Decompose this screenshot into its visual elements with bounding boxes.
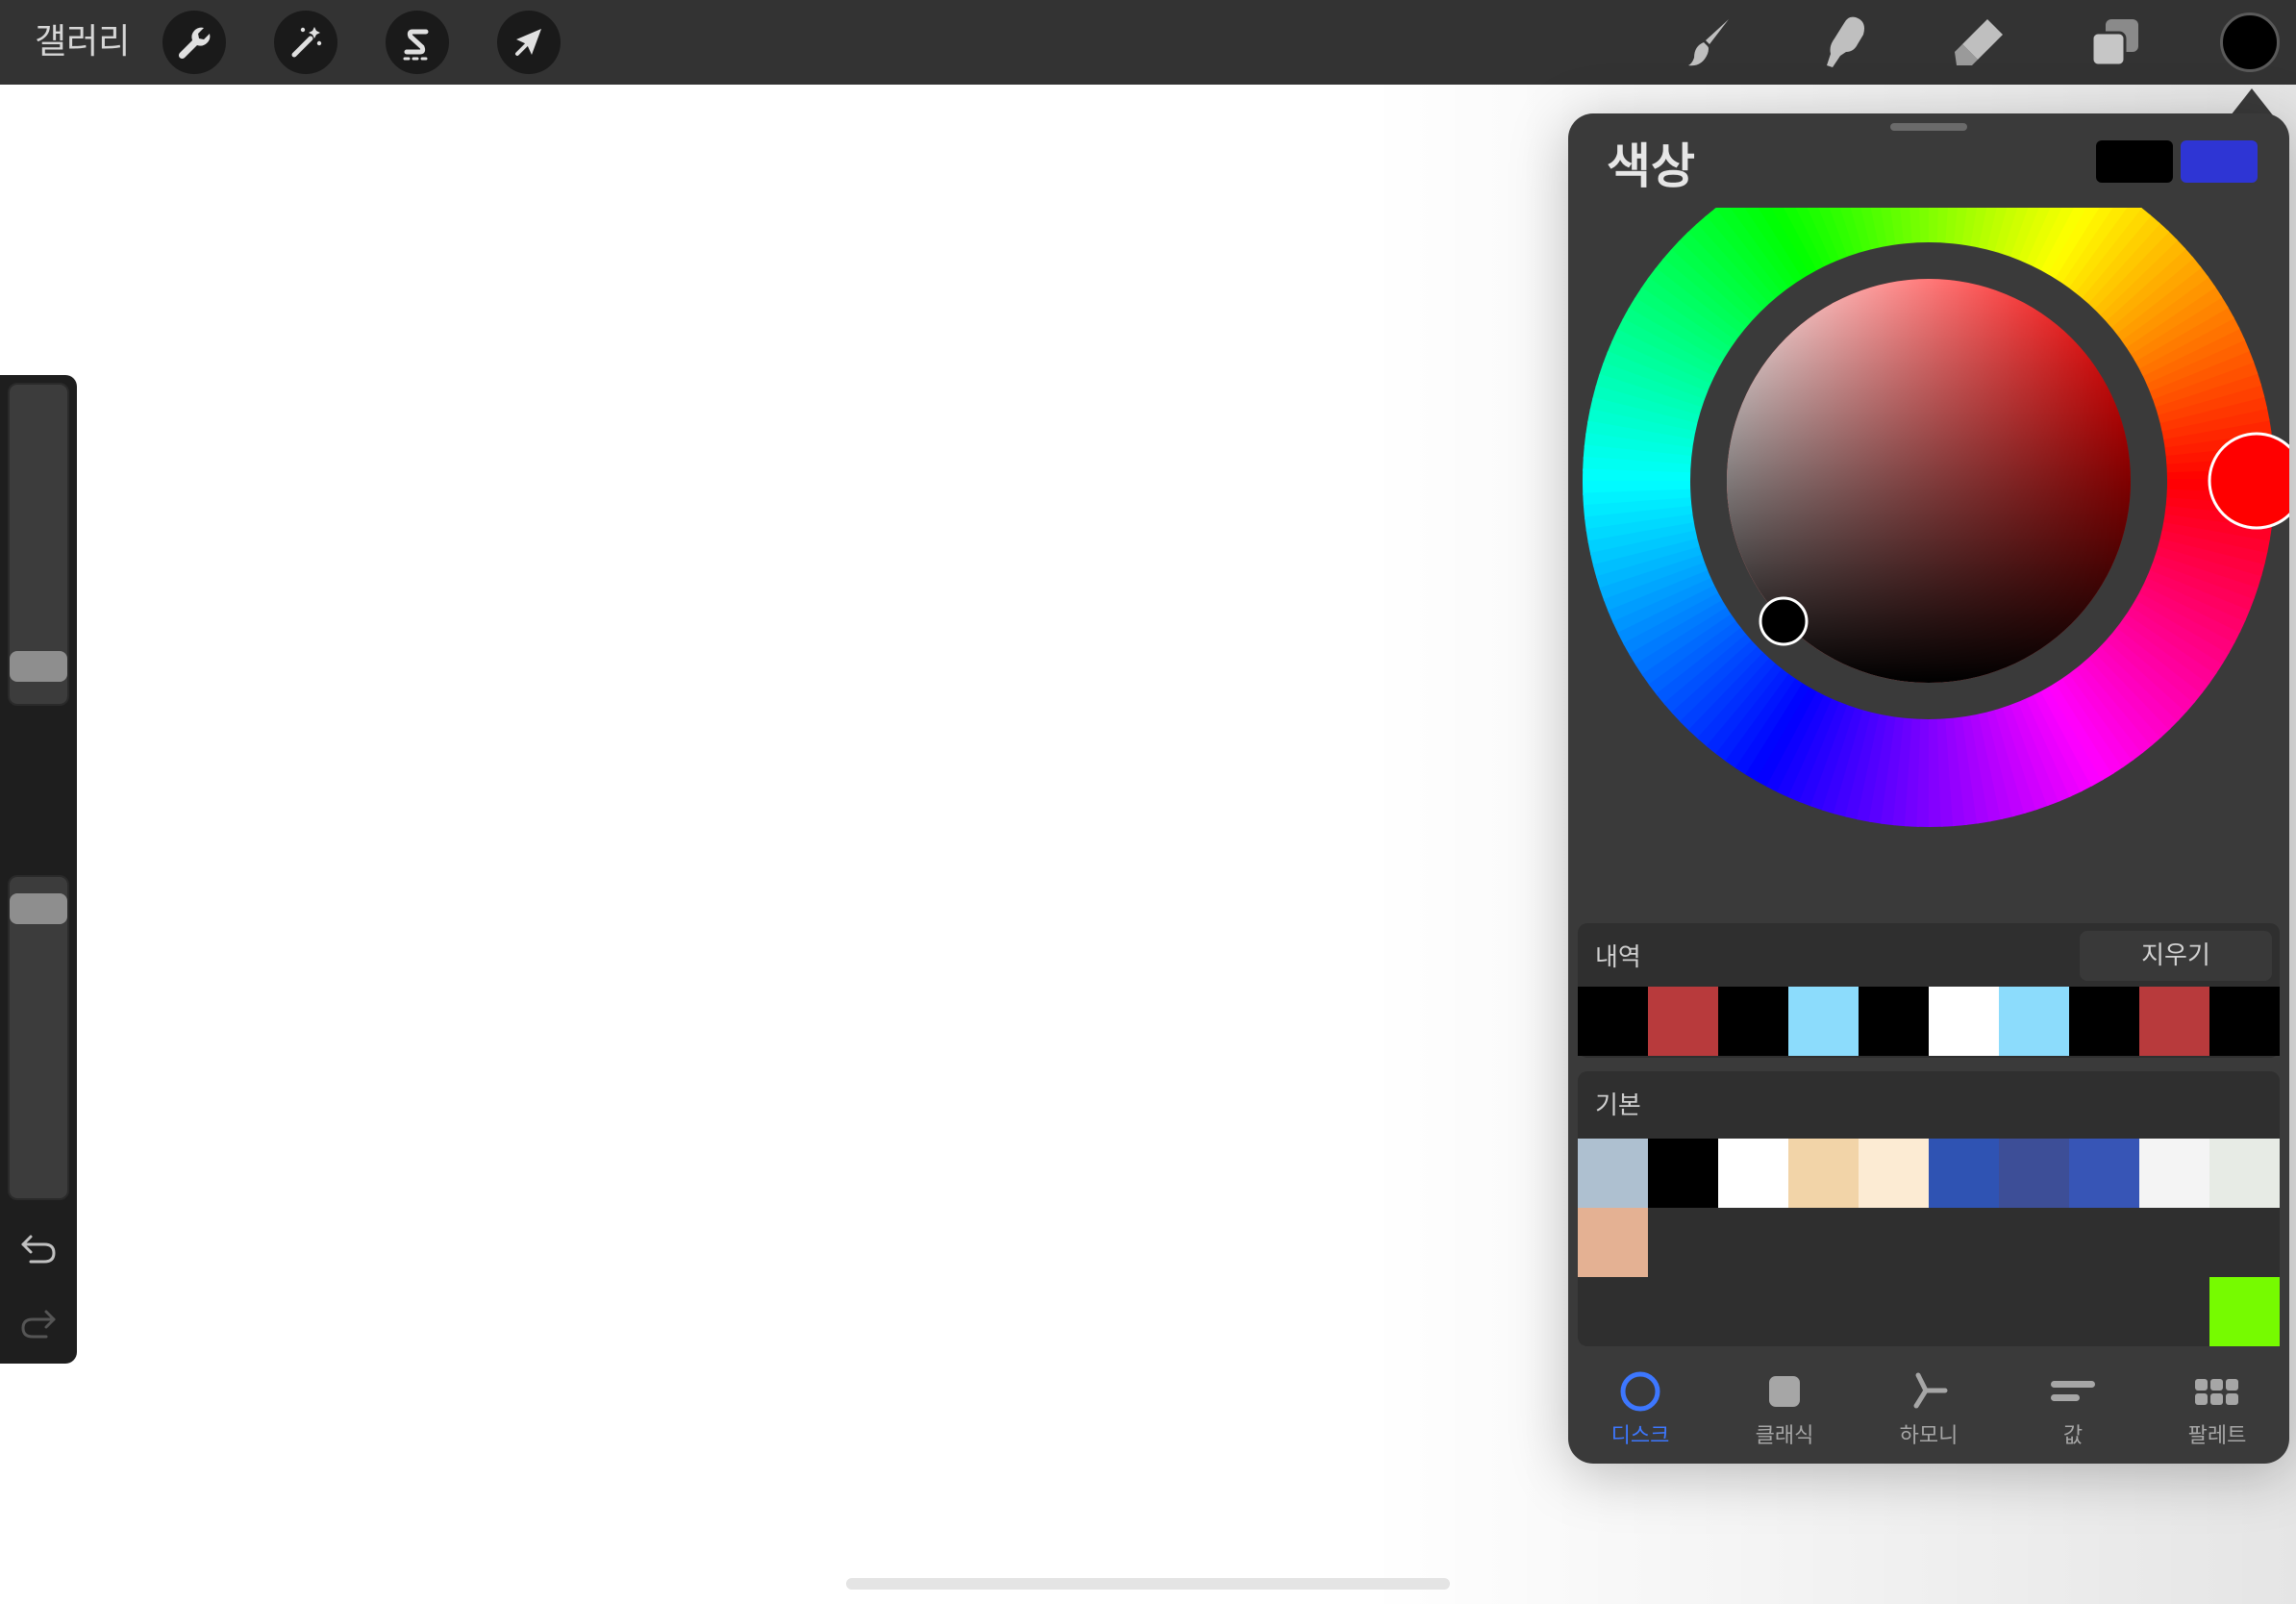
palette-swatch[interactable] (1859, 987, 1929, 1056)
palette-swatch[interactable] (1999, 1139, 2069, 1208)
value-bars-icon (2051, 1381, 2095, 1401)
palette-swatch[interactable] (1788, 987, 1859, 1056)
default-palette-row (1578, 1208, 1648, 1277)
palette-swatch[interactable] (1999, 987, 2069, 1056)
palette-swatch[interactable] (2069, 1139, 2139, 1208)
layers-icon (2090, 19, 2138, 67)
palette-grid-icon (2195, 1379, 2238, 1405)
color-panel: 색상 내역 지우기 기본 디스크 클래식 하모니 값 팔레트 (1568, 113, 2289, 1464)
gallery-button[interactable]: 갤러리 (35, 17, 130, 67)
disc-ring-icon (1620, 1371, 1660, 1412)
magic-wand-icon (291, 27, 322, 58)
selection-s-icon (403, 29, 430, 61)
top-toolbar: 갤러리 (0, 0, 2296, 85)
hue-handle[interactable] (2208, 432, 2289, 530)
tab-label: 하모니 (1899, 1424, 1959, 1448)
redo-button[interactable] (17, 1302, 60, 1344)
harmony-icon (1913, 1372, 1948, 1409)
palette-swatch[interactable] (1648, 1139, 1718, 1208)
color-disc[interactable] (1568, 208, 2289, 919)
transform-button[interactable] (497, 11, 561, 74)
secondary-color-swatch[interactable] (2181, 140, 2258, 183)
palette-swatch[interactable] (1718, 1139, 1788, 1208)
tab-label: 클래식 (1755, 1424, 1814, 1448)
history-section: 내역 지우기 (1578, 923, 2280, 1058)
default-palette-label: 기본 (1595, 1091, 1641, 1120)
history-label: 내역 (1595, 943, 1641, 972)
tab-value[interactable]: 값 (2001, 1356, 2145, 1464)
adjustments-button[interactable] (274, 11, 337, 74)
palette-swatch[interactable] (1859, 1139, 1929, 1208)
palette-swatch[interactable] (1929, 1139, 1999, 1208)
history-swatches (1578, 987, 2280, 1056)
primary-color-swatch[interactable] (2096, 140, 2173, 183)
brush-icon (1688, 19, 1729, 66)
procreate-app: 갤러리 색상 내역 지우기 기본 디스크 클래식 하모니 값 팔레트 (0, 0, 2296, 1604)
palette-swatch[interactable] (1578, 1139, 1648, 1208)
smudge-finger-icon (1827, 16, 1864, 68)
home-indicator[interactable] (846, 1578, 1450, 1590)
default-palette-row (1578, 1139, 2280, 1208)
palette-swatch[interactable] (2139, 1139, 2209, 1208)
tab-label: 디스크 (1610, 1424, 1670, 1448)
redo-arrow-icon (21, 1310, 56, 1339)
palette-swatch[interactable] (2209, 1277, 2280, 1346)
color-disc-handle[interactable] (1759, 596, 1809, 646)
tab-label: 팔레트 (2187, 1424, 2247, 1448)
undo-arrow-icon (21, 1235, 56, 1264)
palette-swatch[interactable] (2209, 987, 2280, 1056)
undo-button[interactable] (17, 1227, 60, 1269)
palette-swatch[interactable] (1578, 1208, 1648, 1277)
clear-history-button[interactable]: 지우기 (2080, 931, 2272, 981)
default-palette-section: 기본 (1578, 1071, 2280, 1346)
popover-arrow (2231, 88, 2273, 115)
palette-swatch[interactable] (1648, 987, 1718, 1056)
tab-label: 값 (2062, 1424, 2084, 1448)
left-sidebar (0, 375, 77, 1364)
current-color-button[interactable] (2220, 13, 2280, 72)
eraser-icon (1955, 19, 2003, 65)
palette-swatch[interactable] (1929, 987, 1999, 1056)
palette-swatch[interactable] (1718, 987, 1788, 1056)
erase-tool-button[interactable] (1949, 12, 2010, 73)
wrench-icon (178, 27, 211, 60)
palette-swatch[interactable] (1578, 987, 1648, 1056)
panel-grabber[interactable] (1890, 123, 1967, 131)
tab-palette[interactable]: 팔레트 (2145, 1356, 2289, 1464)
smudge-tool-button[interactable] (1815, 12, 1877, 73)
paint-tool-button[interactable] (1681, 12, 1742, 73)
color-mode-tabbar: 디스크 클래식 하모니 값 팔레트 (1568, 1356, 2289, 1464)
palette-swatch[interactable] (2069, 987, 2139, 1056)
square-rounded-icon (1769, 1376, 1800, 1407)
tab-classic[interactable]: 클래식 (1712, 1356, 1857, 1464)
tab-disc[interactable]: 디스크 (1568, 1356, 1712, 1464)
palette-swatch[interactable] (2209, 1139, 2280, 1208)
actions-button[interactable] (162, 11, 226, 74)
tab-harmony[interactable]: 하모니 (1857, 1356, 2001, 1464)
brush-size-thumb[interactable] (10, 651, 67, 683)
palette-swatch[interactable] (1788, 1139, 1859, 1208)
selection-button[interactable] (386, 11, 449, 74)
opacity-thumb[interactable] (10, 892, 67, 924)
layers-button[interactable] (2084, 12, 2146, 73)
palette-swatch[interactable] (2139, 987, 2209, 1056)
arrow-cursor-icon (515, 29, 541, 56)
panel-title: 색상 (1607, 138, 1695, 194)
